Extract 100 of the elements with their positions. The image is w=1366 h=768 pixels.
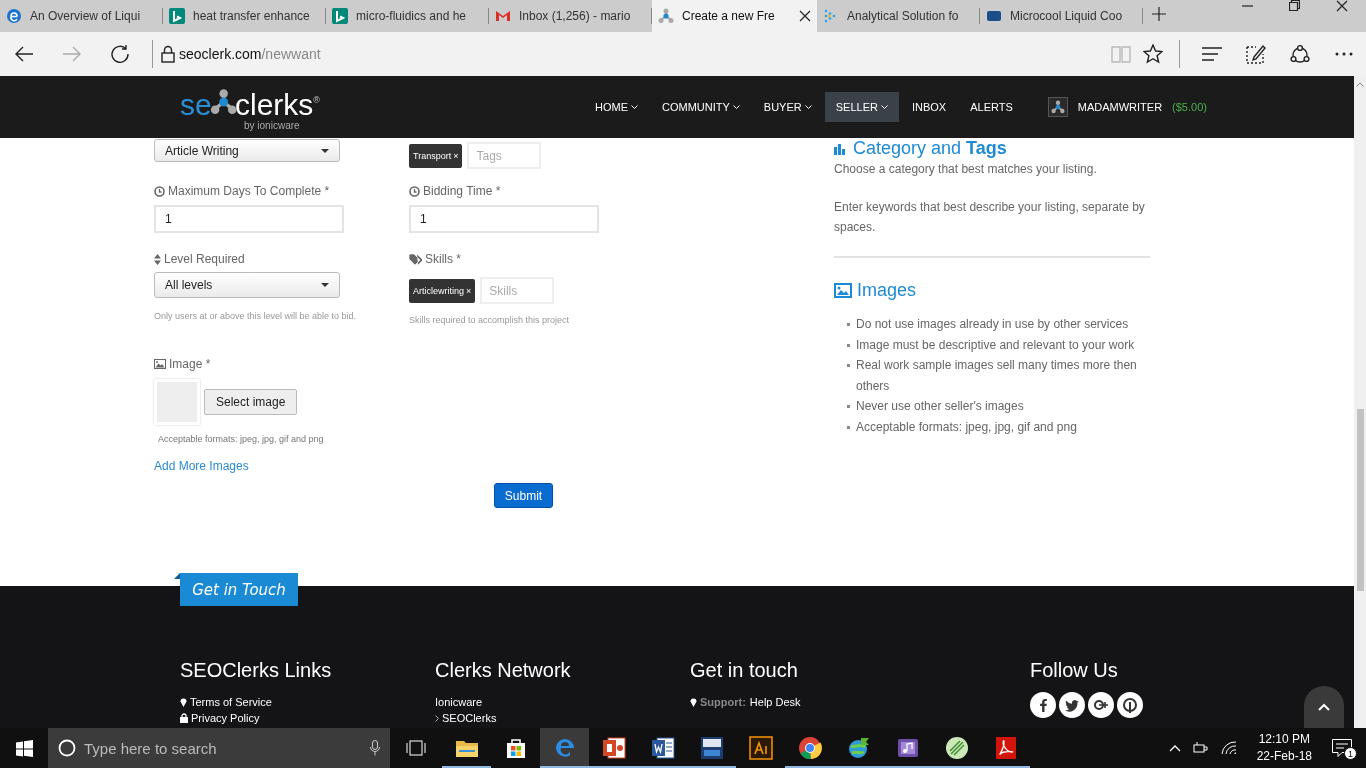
star-icon[interactable]: [1143, 44, 1163, 64]
number-field[interactable]: 1: [154, 205, 344, 233]
search-field[interactable]: Type here to search: [48, 728, 390, 768]
site-logo[interactable]: se clerks® by ionicware: [180, 83, 320, 131]
caret-icon: [631, 104, 638, 110]
presentation-app-icon: [601, 736, 626, 760]
close-icon[interactable]: [799, 10, 811, 22]
footer-heading: Clerks Network: [435, 658, 572, 682]
lock-icon: [161, 45, 175, 63]
facebook-icon[interactable]: [1030, 692, 1056, 718]
nav-item[interactable]: ALERTS: [959, 92, 1024, 122]
globe-icon: [846, 736, 871, 760]
browser-logo-icon: [6, 8, 22, 24]
notification-icon[interactable]: [1332, 739, 1352, 757]
browser-tab[interactable]: micro-fluidics and he: [326, 0, 489, 32]
caret-icon: [804, 104, 812, 110]
user-name[interactable]: MADAMWRITER: [1077, 101, 1163, 113]
marker-icon: [180, 697, 187, 707]
section-heading: Category and Tags: [853, 138, 1007, 159]
footer-link[interactable]: Help Desk: [749, 694, 801, 710]
browser-tab[interactable]: An Overview of Liqui: [0, 0, 163, 32]
browser-tab[interactable]: Create a new Fre: [652, 0, 817, 32]
field-label: Level Required: [164, 251, 245, 267]
close-icon[interactable]: [1336, 0, 1348, 12]
google-plus-icon[interactable]: [1088, 692, 1114, 718]
nav-item[interactable]: COMMUNITY: [651, 92, 751, 122]
clock[interactable]: 12:10 PM 22-Feb-18: [1256, 731, 1312, 765]
footer-link[interactable]: Ionicware: [435, 694, 483, 710]
clock-icon: [154, 185, 165, 197]
add-images-link[interactable]: Add More Images: [154, 458, 249, 474]
contact-ribbon[interactable]: Get in Touch: [180, 573, 298, 606]
number-field[interactable]: 1: [409, 205, 599, 233]
microphone-icon: [370, 740, 380, 756]
lock-icon: [180, 713, 188, 723]
nav-item[interactable]: SELLER: [824, 92, 899, 122]
caret-icon: [732, 104, 740, 110]
scroll-up-icon[interactable]: [1356, 82, 1364, 87]
refresh-icon[interactable]: [110, 44, 130, 64]
bullet-item: Do not use images already in use by other services: [846, 314, 1150, 335]
caret-icon: [321, 283, 329, 287]
category-select[interactable]: Article Writing: [154, 139, 340, 162]
windows-icon[interactable]: [15, 739, 33, 757]
browser-tab[interactable]: heat transfer enhance: [163, 0, 326, 32]
submit-button[interactable]: Submit: [494, 483, 553, 508]
chevron-up-icon: [1318, 703, 1330, 711]
hub-icon[interactable]: [1202, 47, 1222, 61]
molecule-icon: [658, 8, 674, 24]
scrollbar-thumb[interactable]: [1356, 409, 1364, 591]
music-app-icon: [895, 736, 920, 760]
help-text: Enter keywords that best describe your listing, separate by spaces.: [834, 199, 1146, 236]
footer-heading: SEOClerks Links: [180, 658, 333, 682]
help-text: Acceptable formats: jpeg, jpg, gif and png: [157, 433, 325, 446]
help-text: Skills required to accomplish this project: [409, 314, 571, 327]
nav-item[interactable]: INBOX: [900, 92, 958, 122]
leaf-app-icon: [944, 736, 969, 760]
wifi-icon[interactable]: [1220, 741, 1237, 755]
bullet-item: Acceptable formats: jpeg, jpg, gif and png: [846, 416, 1150, 437]
new-tab-icon[interactable]: [1151, 6, 1167, 22]
clock-icon: [409, 185, 420, 197]
twitter-icon[interactable]: [1059, 692, 1085, 718]
more-icon[interactable]: [1335, 52, 1353, 56]
footer-link[interactable]: SEOClerks: [442, 710, 497, 726]
bullet-item: Image must be descriptive and relevant to your work: [846, 334, 1150, 355]
field-label: Maximum Days To Complete *: [168, 183, 330, 199]
mail-icon: [495, 8, 511, 24]
note-icon[interactable]: [1246, 44, 1266, 64]
account-balance: ($5.00): [1172, 101, 1207, 113]
bing-icon: [332, 8, 348, 24]
tags-icon: [409, 253, 422, 265]
share-icon[interactable]: [1290, 44, 1310, 64]
select-image-button[interactable]: Select image: [204, 389, 298, 415]
address-field[interactable]: seoclerk.com/newwant: [179, 42, 321, 66]
sort-icon: [154, 253, 161, 265]
chevron-up-icon[interactable]: [1168, 744, 1181, 752]
level-select[interactable]: All levels: [154, 272, 340, 298]
browser-tab[interactable]: Microcool Liquid Coo: [980, 0, 1143, 32]
back-icon[interactable]: [14, 44, 34, 64]
bing-icon: [169, 8, 185, 24]
nav-item[interactable]: HOME: [584, 92, 649, 122]
field-label: Image *: [169, 356, 211, 372]
browser-tab[interactable]: Analytical Solution fo: [817, 0, 980, 32]
footer-heading: Get in touch: [690, 658, 799, 682]
footer-heading: Follow Us: [1030, 658, 1119, 682]
footer-link[interactable]: Privacy Policy: [191, 710, 260, 726]
footer-link[interactable]: Terms of Service: [190, 694, 272, 710]
support-label: Support:: [700, 695, 746, 710]
remove-button[interactable]: ×: [453, 150, 459, 161]
logo-icon: [986, 8, 1002, 24]
task-view-icon[interactable]: [406, 740, 426, 756]
browser-tab[interactable]: Inbox (1,256) - mario: [489, 0, 652, 32]
nav-item[interactable]: BUYER: [752, 92, 823, 122]
store-icon: [504, 737, 527, 759]
field-label: Bidding Time *: [423, 183, 501, 199]
remove-button[interactable]: ×: [466, 285, 472, 296]
restore-icon[interactable]: [1289, 0, 1300, 11]
bullet-item: Never use other seller's images: [846, 396, 1150, 417]
document-app-icon: [650, 736, 675, 760]
power-icon[interactable]: [1192, 741, 1209, 755]
field-label: Skills *: [425, 251, 461, 267]
tag-label: Transport: [413, 150, 452, 161]
